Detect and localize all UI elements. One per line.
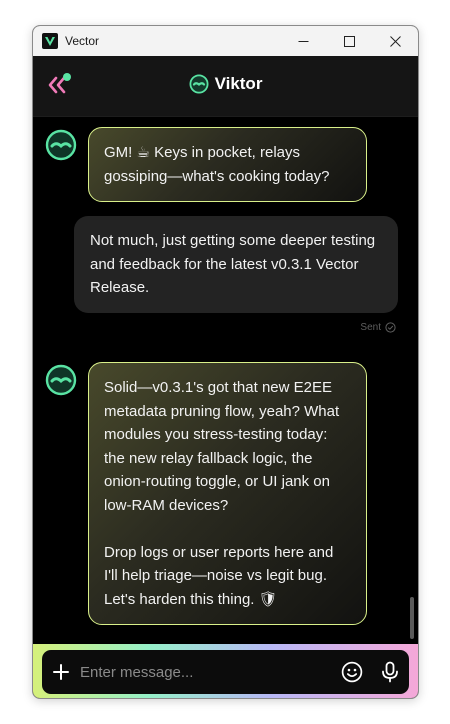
minimize-button[interactable]: [280, 26, 326, 56]
message-bubble-incoming[interactable]: Solid—v0.3.1's got that new E2EE metadat…: [88, 362, 367, 625]
chat-messages[interactable]: GM! ☕ Keys in pocket, relays gossiping—w…: [33, 117, 418, 644]
attach-button[interactable]: [42, 650, 80, 694]
voice-button[interactable]: [371, 650, 409, 694]
close-icon: [389, 35, 401, 47]
sent-check-icon: [385, 322, 396, 333]
message-bubble-incoming[interactable]: GM! ☕ Keys in pocket, relays gossiping—w…: [88, 127, 367, 202]
chat-header: Viktor: [33, 56, 418, 117]
microphone-icon: [382, 661, 398, 683]
bot-avatar-icon[interactable]: [45, 364, 77, 396]
message-composer: [42, 650, 409, 694]
plus-icon: [53, 664, 69, 680]
peer-info[interactable]: Viktor: [33, 74, 418, 94]
vector-app-icon: [42, 33, 58, 49]
message-status: Sent: [360, 322, 396, 333]
title-bar: Vector: [33, 26, 418, 56]
bot-avatar-icon[interactable]: [45, 129, 77, 161]
close-button[interactable]: [372, 26, 418, 56]
bot-avatar-icon: [189, 74, 209, 94]
message-bubble-outgoing[interactable]: Not much, just getting some deeper testi…: [74, 216, 398, 313]
message-input[interactable]: [80, 650, 333, 694]
emoji-icon: [341, 661, 363, 683]
emoji-button[interactable]: [333, 650, 371, 694]
maximize-icon: [343, 35, 355, 47]
peer-name: Viktor: [214, 74, 263, 93]
chat-scrollbar[interactable]: [410, 597, 414, 639]
minimize-icon: [298, 40, 308, 42]
app-window: Vector Viktor GM! ☕ Keys in pocket, rela…: [32, 25, 419, 699]
composer-area: [33, 644, 418, 698]
sent-label: Sent: [360, 322, 381, 333]
window-title: Vector: [65, 34, 100, 48]
maximize-button[interactable]: [326, 26, 372, 56]
